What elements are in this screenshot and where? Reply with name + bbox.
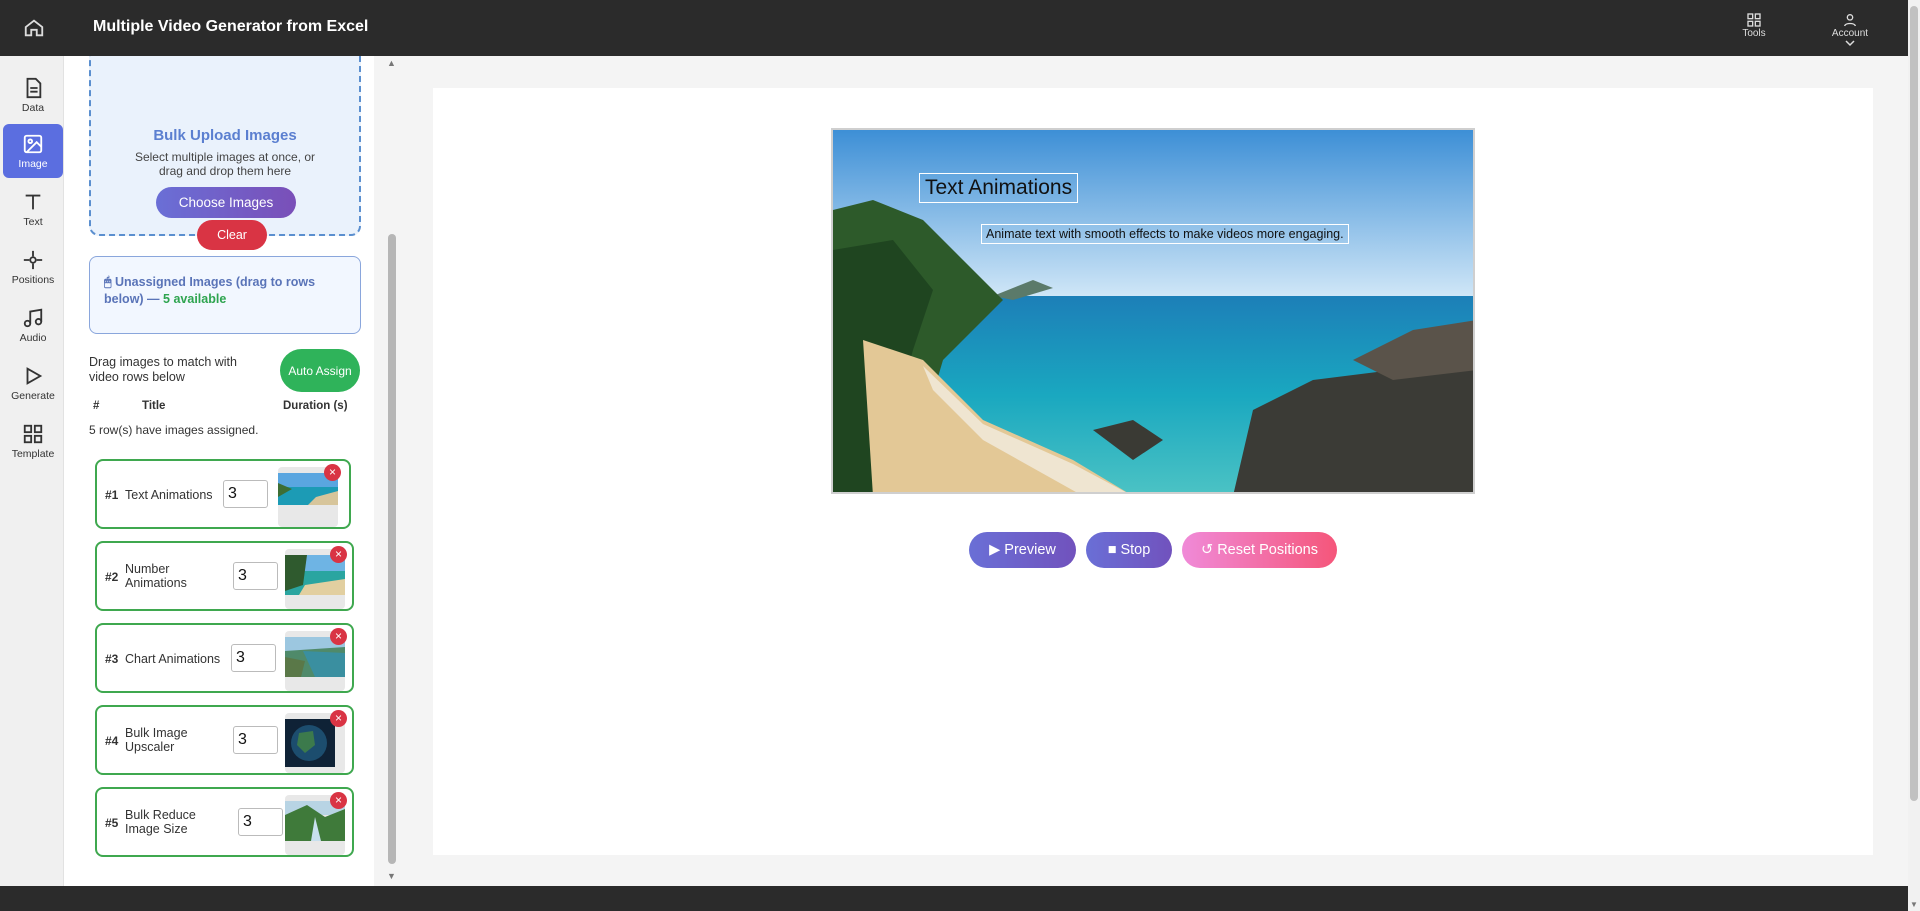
column-header-number: #	[93, 400, 100, 412]
stop-button[interactable]: ■ Stop	[1086, 532, 1172, 568]
upload-dropzone[interactable]: Bulk Upload Images Select multiple image…	[89, 56, 361, 250]
available-count: 5 available	[163, 292, 227, 306]
table-row[interactable]: #2 Number Animations 3 ×	[95, 541, 354, 611]
column-header-duration: Duration (s)	[283, 400, 348, 412]
video-preview[interactable]: Text Animations Animate text with smooth…	[831, 128, 1475, 494]
row-number: #1	[105, 488, 119, 502]
duration-input[interactable]: 3	[231, 644, 276, 672]
nav-image-label: Image	[18, 157, 48, 170]
tools-button[interactable]: Tools	[1740, 12, 1768, 39]
document-icon	[26, 77, 42, 98]
row-title: Text Animations	[125, 488, 213, 502]
preview-button[interactable]: ▶ Preview	[969, 532, 1076, 568]
drag-instruction: Drag images to match with video rows bel…	[89, 355, 237, 384]
panel-scrollbar[interactable]: ▲ ▼	[384, 56, 400, 886]
row-number: #5	[105, 816, 119, 830]
row-number: #3	[105, 652, 119, 666]
assigned-note: 5 row(s) have images assigned.	[89, 423, 259, 437]
window-scrollbar[interactable]: ▼	[1908, 0, 1920, 911]
top-bar: Multiple Video Generator from Excel Tool…	[0, 0, 1908, 56]
scroll-up-icon[interactable]: ▲	[387, 58, 396, 68]
row-title: Bulk Reduce Image Size	[125, 808, 196, 836]
unassigned-images-box[interactable]: 🖱 Unassigned Images (drag to rows below)…	[89, 256, 361, 334]
nav-positions[interactable]: Positions	[3, 240, 63, 294]
nav-text-label: Text	[23, 215, 43, 228]
scroll-down-icon[interactable]: ▼	[387, 871, 396, 881]
nav-text[interactable]: Text	[3, 182, 63, 236]
choose-images-button[interactable]: Choose Images	[156, 187, 296, 218]
grid-icon	[23, 424, 43, 443]
window-scroll-thumb[interactable]	[1910, 6, 1918, 801]
home-icon[interactable]	[18, 14, 50, 42]
column-header-title: Title	[142, 400, 166, 412]
duration-input[interactable]: 3	[233, 726, 278, 754]
remove-image-icon[interactable]: ×	[330, 710, 347, 727]
row-title: Bulk Image Upscaler	[125, 726, 188, 754]
nav-generate[interactable]: Generate	[3, 356, 63, 410]
row-title: Number Animations	[125, 562, 187, 590]
nav-positions-label: Positions	[11, 273, 55, 286]
duration-input[interactable]: 3	[223, 480, 268, 508]
bottom-bar	[0, 886, 1908, 911]
scroll-down-icon[interactable]: ▼	[1910, 900, 1918, 909]
nav-image[interactable]: Image	[3, 124, 63, 178]
nav-data[interactable]: Data	[3, 68, 63, 122]
play-icon	[26, 366, 43, 385]
user-icon	[1844, 14, 1856, 27]
account-button[interactable]: Account	[1826, 12, 1874, 47]
table-row[interactable]: #5 Bulk Reduce Image Size 3 ×	[95, 787, 354, 857]
mouse-icon: 🖱	[104, 275, 112, 289]
grid-icon	[1747, 13, 1761, 27]
image-panel: Bulk Upload Images Select multiple image…	[64, 56, 374, 886]
panel-scroll-thumb[interactable]	[388, 234, 396, 864]
duration-input[interactable]: 3	[238, 808, 283, 836]
preview-title-text[interactable]: Text Animations	[919, 173, 1079, 203]
table-row[interactable]: #1 Text Animations 3 ×	[95, 459, 351, 529]
nav-data-label: Data	[21, 101, 45, 114]
nav-template-label: Template	[11, 447, 55, 460]
tools-label: Tools	[1742, 28, 1766, 39]
remove-image-icon[interactable]: ×	[330, 546, 347, 563]
image-icon	[23, 134, 43, 153]
remove-image-icon[interactable]: ×	[324, 464, 341, 481]
remove-image-icon[interactable]: ×	[330, 628, 347, 645]
table-row[interactable]: #3 Chart Animations 3 ×	[95, 623, 354, 693]
account-label: Account	[1831, 28, 1869, 39]
nav-audio-label: Audio	[19, 331, 47, 344]
nav-audio[interactable]: Audio	[3, 298, 63, 352]
app-title: Multiple Video Generator from Excel	[93, 18, 369, 35]
auto-assign-button[interactable]: Auto Assign	[280, 349, 360, 392]
text-icon	[25, 194, 41, 209]
row-number: #2	[105, 570, 119, 584]
clear-button[interactable]: Clear	[197, 220, 267, 250]
duration-input[interactable]: 3	[233, 562, 278, 590]
icon-nav: Data Image Text Positions Audio Generate…	[0, 56, 64, 886]
chevron-down-icon	[1845, 40, 1855, 47]
preview-subtitle-text[interactable]: Animate text with smooth effects to make…	[981, 224, 1349, 244]
upload-title: Bulk Upload Images	[153, 127, 297, 144]
nav-generate-label: Generate	[11, 389, 55, 402]
positions-icon	[23, 250, 43, 269]
remove-image-icon[interactable]: ×	[330, 792, 347, 809]
table-row[interactable]: #4 Bulk Image Upscaler 3 ×	[95, 705, 354, 775]
reset-positions-button[interactable]: ↺ Reset Positions	[1182, 532, 1337, 568]
row-number: #4	[105, 734, 119, 748]
music-icon	[23, 308, 43, 327]
nav-template[interactable]: Template	[3, 414, 63, 468]
row-title: Chart Animations	[125, 652, 221, 666]
upload-description: Select multiple images at once, or drag …	[134, 150, 316, 178]
